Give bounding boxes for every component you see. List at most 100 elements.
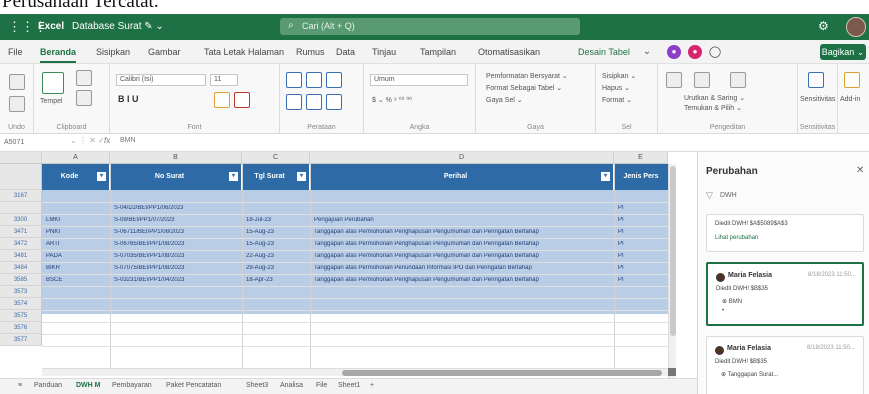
row-header[interactable]: 3472 [0,238,42,250]
name-box[interactable]: A5071 [4,136,64,149]
table-cell[interactable]: PI [618,253,666,259]
column-header-e[interactable]: E [614,152,668,164]
sheet-tab-sheet1[interactable]: Sheet1 [338,382,360,389]
row-header[interactable]: 3573 [0,286,42,298]
avatar[interactable] [846,17,866,37]
tab-desain-tabel[interactable]: Desain Tabel [578,47,630,57]
table-cell[interactable]: S-06711/BEI/PP1/08/2023 [114,229,240,235]
align-top-icon[interactable] [286,72,302,88]
row-header[interactable]: 3574 [0,298,42,310]
table-cell[interactable]: Pengajuan Perubahan [314,217,612,223]
format-as-table-button[interactable]: Format Sebagai Tabel ⌄ [486,84,562,92]
gear-icon[interactable]: ⚙ [818,19,829,33]
table-cell[interactable]: Tanggapan atas Permohonan Penghapusan Pe… [314,229,612,235]
wrap-text-icon[interactable] [326,72,342,88]
row-header[interactable]: 3167 [0,190,42,202]
table-cell[interactable]: PI [618,277,666,283]
share-button[interactable]: Bagikan ⌄ [820,44,866,60]
cut-icon[interactable] [76,70,92,86]
comment-icon[interactable]: ◯ [708,45,722,59]
table-cell[interactable]: S-09/BEI/PP1/07/2023 [114,217,240,223]
table-cell[interactable]: PI [618,205,666,211]
copy-icon[interactable] [76,90,92,106]
sheet-tab-menu[interactable]: ≡ [18,382,22,389]
header-row-number[interactable] [0,164,42,190]
table-cell[interactable]: 18-Jul-23 [246,217,308,223]
worksheet-grid[interactable]: A B C D E Kode ▾ No Surat ▾ Tgl Surat ▾ … [0,152,697,378]
vertical-scroll-thumb[interactable] [670,166,676,336]
table-cell[interactable]: S-06765/BEI/PP1/08/2023 [114,241,240,247]
paste-icon[interactable] [42,72,64,94]
table-cell[interactable]: PNKI [46,229,108,235]
change-card[interactable]: Maria Felasia 8/18/2023 11:50... Diedit … [706,336,864,394]
number-format-controls[interactable]: $ ⌄ % ⁹ ⁰⁰ ⁰⁰ [372,96,412,104]
table-cell[interactable]: S-07075/BEI/PP1/08/2023 [114,265,240,271]
sort-filter-icon[interactable] [694,72,710,88]
fill-color-icon[interactable] [214,92,230,108]
sheet-tab-sheet3[interactable]: Sheet3 [246,382,268,389]
sort-filter-button[interactable]: Urutkan & Saring ⌄ [684,94,745,102]
document-title[interactable]: Database Surat ✎ ⌄ [72,21,164,32]
table-cell[interactable]: Tanggapan atas Permohonan Penghapusan Pe… [314,277,612,283]
copilot-icon[interactable]: ● [667,45,681,59]
change-card-selected[interactable]: Maria Felasia 8/18/2023 11:50... Diedit … [706,262,864,326]
table-cell[interactable]: 29-Aug-23 [246,265,308,271]
font-size-select[interactable]: 11 [210,74,238,86]
table-cell[interactable]: PI [618,217,666,223]
column-header-d[interactable]: D [310,152,614,164]
row-header[interactable]: 3576 [0,322,42,334]
add-sheet-button[interactable]: + [370,382,374,389]
record-icon[interactable]: ● [688,45,702,59]
table-cell[interactable]: S-03231/BEI/PP1/04/2023 [114,277,240,283]
filter-dropdown-icon[interactable]: ▾ [601,172,610,181]
formula-input[interactable]: BMN [120,137,136,144]
column-header-c[interactable]: C [242,152,310,164]
table-cell[interactable]: PADA [46,253,108,259]
row-header[interactable]: 3585 [0,274,42,286]
table-cell[interactable]: BIKR [46,265,108,271]
view-changes-link[interactable]: Lihat perubahan [715,235,758,241]
sheet-tab-paket[interactable]: Paket Pencatatan [166,382,221,389]
column-header-a[interactable]: A [42,152,110,164]
tab-tampilan[interactable]: Tampilan [420,47,456,57]
sheet-tab-analisa[interactable]: Analisa [280,382,303,389]
fx-icon[interactable]: fx [104,136,110,145]
table-cell[interactable]: PI [618,241,666,247]
row-header[interactable]: 3300 [0,214,42,226]
table-cell[interactable]: S-04/DJ/BEI/PP1/06/2023 [114,205,240,211]
align-left-icon[interactable] [286,94,302,110]
tab-tata-letak[interactable]: Tata Letak Halaman [204,47,284,57]
delete-cells-button[interactable]: Hapus ⌄ [602,84,630,92]
tab-sisipkan[interactable]: Sisipkan [96,47,130,57]
change-card[interactable]: Diedit DWH! $A$5089$A$3 Lihat perubahan [706,214,864,252]
tab-tinjau[interactable]: Tinjau [372,47,396,57]
select-all-corner[interactable] [0,152,42,164]
table-cell[interactable]: S-07035/BEI/PP1/08/2023 [114,253,240,259]
table-cell[interactable]: LMKI [46,217,108,223]
cell-styles-button[interactable]: Gaya Sel ⌄ [486,96,523,104]
tab-data[interactable]: Data [336,47,355,57]
table-cell[interactable]: 15-Aug-23 [246,229,308,235]
conditional-formatting-button[interactable]: Pemformatan Bersyarat ⌄ [486,72,568,80]
merge-icon[interactable] [326,94,342,110]
filter-dropdown-icon[interactable]: ▾ [297,172,306,181]
row-header[interactable]: 3481 [0,250,42,262]
table-cell[interactable]: Tanggapan atas Permohonan Penghapusan Pe… [314,241,612,247]
insert-cells-button[interactable]: Sisipkan ⌄ [602,72,636,80]
sensitivity-icon[interactable] [808,72,824,88]
horizontal-scroll-thumb[interactable] [342,370,662,376]
sheet-tab-dwh-m[interactable]: DWH M [76,382,101,389]
table-cell[interactable]: 18-Apr-23 [246,277,308,283]
table-cell[interactable]: 15-Aug-23 [246,241,308,247]
row-header[interactable]: 3575 [0,310,42,322]
font-color-icon[interactable] [234,92,250,108]
table-cell[interactable]: PI [618,265,666,271]
undo-icon[interactable] [9,74,25,90]
column-header-b[interactable]: B [110,152,242,164]
align-center-icon[interactable] [306,94,322,110]
sheet-tab-panduan[interactable]: Panduan [34,382,62,389]
tab-beranda[interactable]: Beranda [40,47,77,63]
table-cell[interactable]: ARTI [46,241,108,247]
close-icon[interactable]: ✕ [856,165,864,176]
row-header[interactable]: 3484 [0,262,42,274]
